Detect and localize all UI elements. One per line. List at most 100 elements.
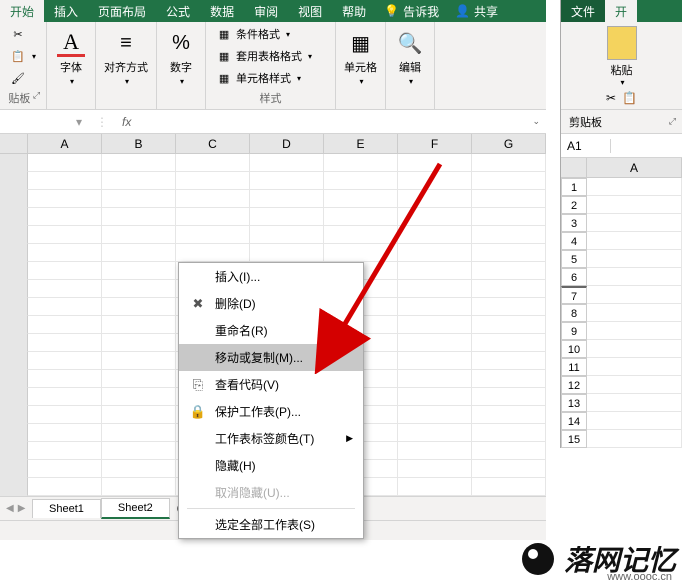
cell[interactable] [102, 298, 176, 316]
cell[interactable] [102, 280, 176, 298]
cell[interactable] [472, 226, 546, 244]
cell[interactable] [28, 172, 102, 190]
tellme[interactable]: 💡 告诉我 [376, 0, 447, 22]
cell[interactable] [28, 334, 102, 352]
menu-move-copy[interactable]: 移动或复制(M)... [179, 344, 363, 371]
cell[interactable] [472, 460, 546, 478]
tab-home-right[interactable]: 开 [605, 0, 637, 22]
cell[interactable] [587, 430, 682, 448]
formula-input[interactable] [137, 114, 526, 129]
chevron-down-icon[interactable]: ▾ [70, 115, 88, 129]
row-header[interactable] [0, 280, 28, 298]
cell[interactable] [398, 172, 472, 190]
col-header-b[interactable]: B [102, 134, 176, 154]
cell[interactable] [472, 262, 546, 280]
cell[interactable] [176, 154, 250, 172]
cells-button[interactable]: ▦ 单元格 ▾ [342, 27, 379, 88]
cell[interactable] [472, 334, 546, 352]
menu-tab-color[interactable]: 工作表标签颜色(T)▶ [179, 425, 363, 452]
cell[interactable] [28, 352, 102, 370]
cell[interactable] [398, 424, 472, 442]
tab-view[interactable]: 视图 [288, 0, 332, 22]
cell[interactable] [324, 208, 398, 226]
tab-help[interactable]: 帮助 [332, 0, 376, 22]
cell[interactable] [587, 376, 682, 394]
chevron-down-icon[interactable]: ▾ [620, 78, 624, 87]
cell[interactable] [398, 298, 472, 316]
table-format-button[interactable]: ▦套用表格格式▾ [212, 46, 316, 66]
row-header[interactable]: 12 [561, 376, 587, 394]
cell[interactable] [398, 316, 472, 334]
cell[interactable] [176, 244, 250, 262]
cell[interactable] [250, 208, 324, 226]
cell[interactable] [28, 226, 102, 244]
row-header[interactable]: 15 [561, 430, 587, 448]
cell[interactable] [587, 322, 682, 340]
number-button[interactable]: % 数字 ▾ [163, 27, 199, 88]
cell[interactable] [102, 424, 176, 442]
cell[interactable] [324, 226, 398, 244]
cell[interactable] [28, 190, 102, 208]
row-header[interactable] [0, 154, 28, 172]
cut-icon[interactable]: ✂ [606, 91, 616, 105]
cell[interactable] [472, 406, 546, 424]
cut-button[interactable]: ✂ [6, 24, 40, 44]
cell[interactable] [398, 406, 472, 424]
cell[interactable] [102, 388, 176, 406]
cell[interactable] [102, 190, 176, 208]
cell[interactable] [28, 262, 102, 280]
menu-select-all[interactable]: 选定全部工作表(S) [179, 511, 363, 538]
cell[interactable] [28, 244, 102, 262]
cell[interactable] [250, 190, 324, 208]
cell[interactable] [250, 226, 324, 244]
cell[interactable] [472, 154, 546, 172]
tab-insert[interactable]: 插入 [44, 0, 88, 22]
cell[interactable] [472, 370, 546, 388]
dialog-launcher-icon[interactable]: ⤢ [33, 90, 40, 101]
col-header-a[interactable]: A [28, 134, 102, 154]
cell[interactable] [398, 226, 472, 244]
copy-button[interactable]: 📋▾ [6, 46, 40, 66]
cell[interactable] [28, 424, 102, 442]
cell[interactable] [398, 478, 472, 496]
cell[interactable] [472, 388, 546, 406]
formula-expand-icon[interactable]: ⌄ [532, 116, 540, 127]
cell[interactable] [472, 352, 546, 370]
cell[interactable] [250, 244, 324, 262]
fx-icon[interactable]: fx [122, 115, 131, 129]
cell[interactable] [102, 154, 176, 172]
cell[interactable] [398, 334, 472, 352]
row-header[interactable]: 2 [561, 196, 587, 214]
cell[interactable] [472, 280, 546, 298]
cell[interactable] [472, 172, 546, 190]
copy-icon[interactable]: 📋 [622, 91, 637, 105]
menu-view-code[interactable]: ⎘查看代码(V) [179, 371, 363, 398]
row-header[interactable] [0, 370, 28, 388]
row-header[interactable]: 1 [561, 178, 587, 196]
cell[interactable] [102, 370, 176, 388]
cell[interactable] [102, 316, 176, 334]
cell-style-button[interactable]: ▦单元格样式▾ [212, 68, 316, 88]
cell[interactable] [398, 244, 472, 262]
row-header[interactable] [0, 352, 28, 370]
cell[interactable] [398, 352, 472, 370]
cell[interactable] [324, 190, 398, 208]
cell[interactable] [472, 316, 546, 334]
cell[interactable] [102, 226, 176, 244]
cell[interactable] [398, 460, 472, 478]
row-header[interactable] [0, 208, 28, 226]
cell[interactable] [28, 406, 102, 424]
format-painter-button[interactable]: 🖌 [6, 68, 40, 88]
cell[interactable] [587, 250, 682, 268]
row-header[interactable] [0, 334, 28, 352]
menu-insert[interactable]: 插入(I)... [179, 263, 363, 290]
conditional-format-button[interactable]: ▦条件格式▾ [212, 24, 316, 44]
row-header[interactable] [0, 424, 28, 442]
tab-file[interactable]: 文件 [561, 0, 605, 22]
cell[interactable] [28, 298, 102, 316]
row-header[interactable]: 14 [561, 412, 587, 430]
right-col-a[interactable]: A [587, 158, 682, 178]
font-button[interactable]: A 字体 ▾ [53, 27, 89, 88]
row-header[interactable] [0, 244, 28, 262]
cell[interactable] [176, 190, 250, 208]
